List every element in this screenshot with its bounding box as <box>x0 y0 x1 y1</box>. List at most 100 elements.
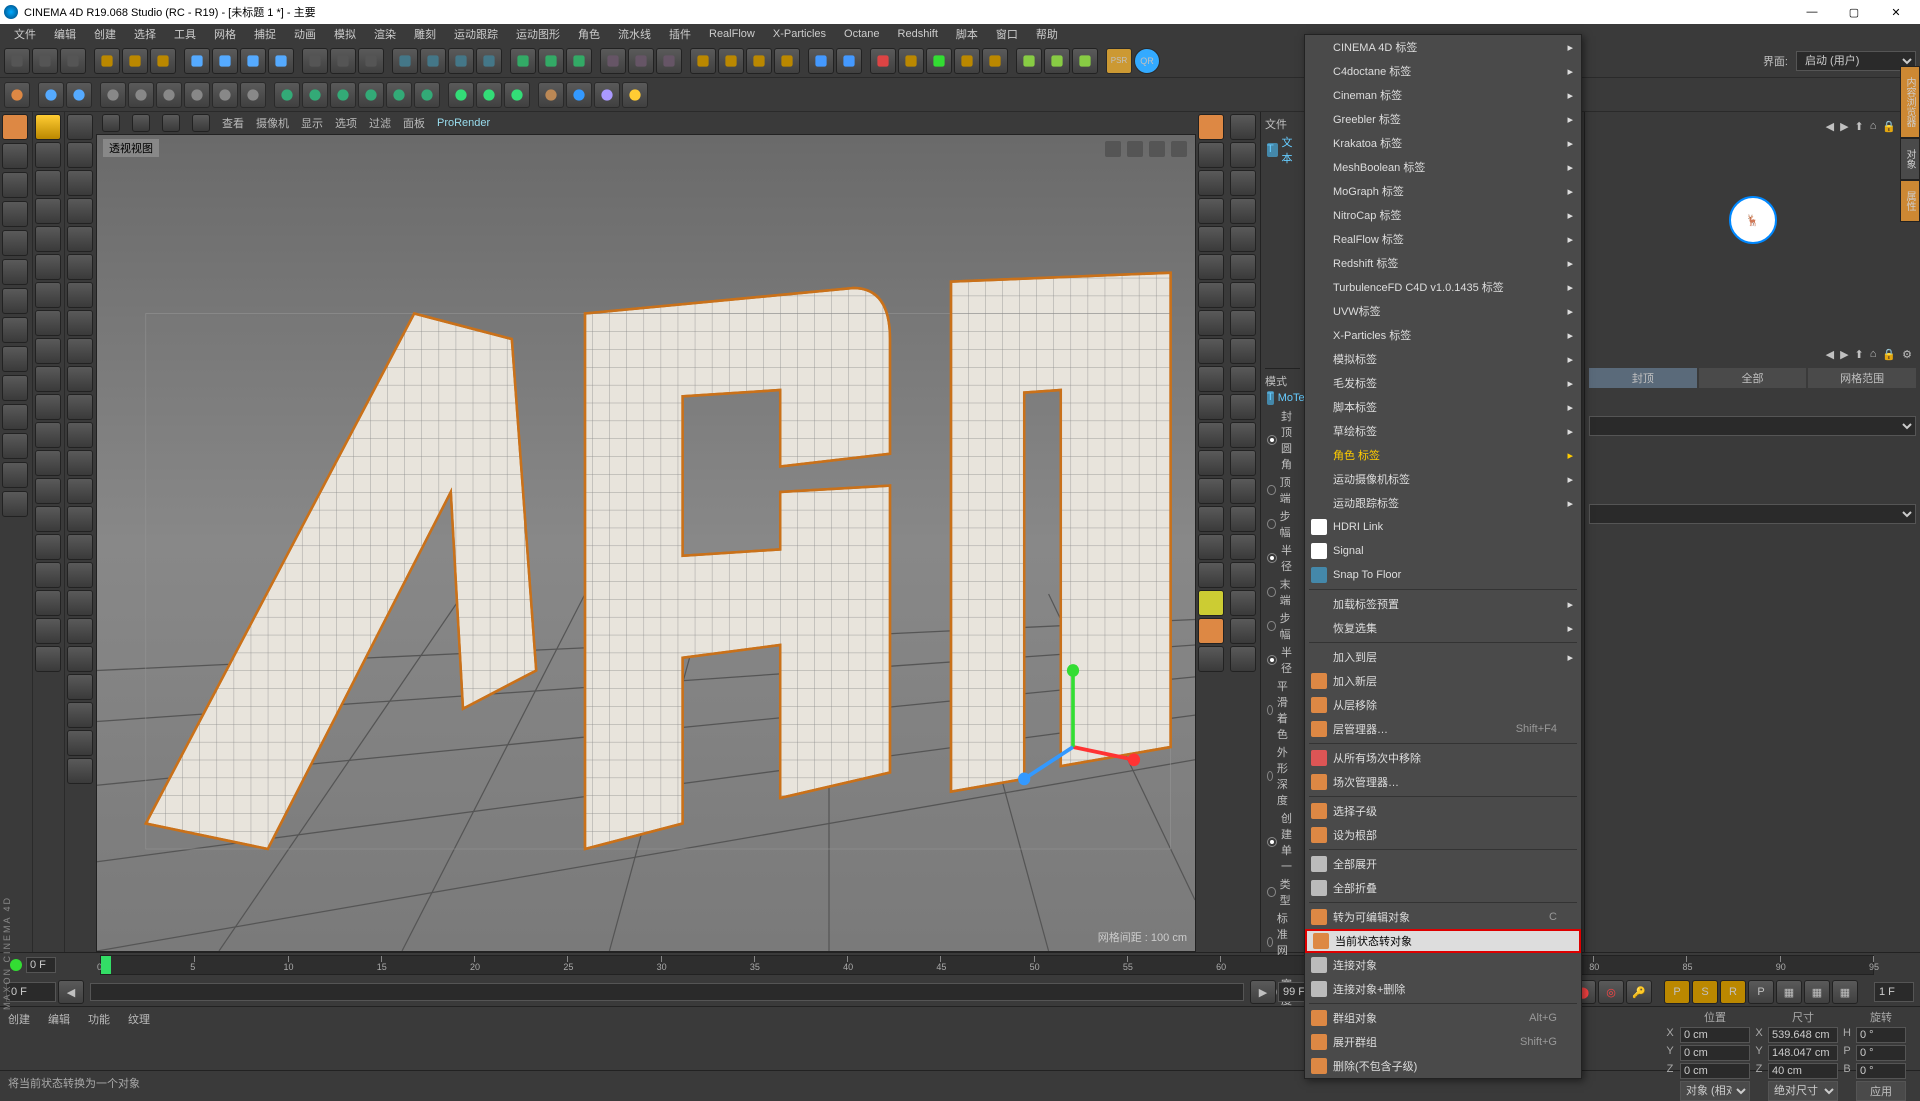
tb1-btn-5[interactable] <box>122 48 148 74</box>
rs1-btn-12[interactable] <box>1198 450 1224 476</box>
rs1-btn-13[interactable] <box>1198 478 1224 504</box>
vp-menu-选项[interactable]: 选项 <box>335 115 357 131</box>
coord-mode-2[interactable]: 绝对尺寸 <box>1768 1081 1838 1101</box>
tb1-btn-39[interactable] <box>898 48 924 74</box>
tb2-btn-23[interactable] <box>538 82 564 108</box>
time-ruler[interactable]: 05101520253035404550556065707580859095 <box>100 955 1874 975</box>
rs1-btn-16[interactable] <box>1198 562 1224 588</box>
coord-mode-1[interactable]: 对象 (相对) <box>1680 1081 1750 1101</box>
tb1-btn-45[interactable] <box>1044 48 1070 74</box>
ctx-item[interactable]: 选择子级 <box>1305 799 1581 823</box>
radio-2[interactable] <box>1267 519 1276 529</box>
tb2-btn-5[interactable] <box>100 82 126 108</box>
btab-纹理[interactable]: 纹理 <box>128 1011 150 1066</box>
radio-11[interactable] <box>1267 937 1273 947</box>
nav-up-icon[interactable]: ⬆ <box>1855 120 1864 133</box>
tb2-btn-9[interactable] <box>212 82 238 108</box>
menu-创建[interactable]: 创建 <box>86 24 124 44</box>
vp-layout-0[interactable] <box>102 114 120 132</box>
ls2-btn-4[interactable] <box>35 226 61 252</box>
ls3-btn-21[interactable] <box>67 702 93 728</box>
ls1-btn-0[interactable] <box>2 114 28 140</box>
opt-s-button[interactable]: S <box>1692 980 1718 1004</box>
ls2-btn-7[interactable] <box>35 310 61 336</box>
vp-menu-ProRender[interactable]: ProRender <box>437 117 490 129</box>
ctx-item[interactable]: 从所有场次中移除 <box>1305 746 1581 770</box>
ls2-btn-15[interactable] <box>35 534 61 560</box>
ls1-btn-3[interactable] <box>2 201 28 227</box>
ctx-item[interactable]: MeshBoolean 标签 <box>1305 155 1581 179</box>
ls3-btn-16[interactable] <box>67 562 93 588</box>
rs2-btn-16[interactable] <box>1230 562 1256 588</box>
nav-back-icon[interactable]: ◀ <box>1826 120 1834 133</box>
maximize-button[interactable]: ▢ <box>1834 2 1874 22</box>
qr-button[interactable]: QR <box>1134 48 1160 74</box>
home-icon[interactable]: ⌂ <box>1870 120 1877 132</box>
rs2-btn-7[interactable] <box>1230 310 1256 336</box>
ctx-item[interactable]: 全部折叠 <box>1305 876 1581 900</box>
menu-文件[interactable]: 文件 <box>6 24 44 44</box>
ctx-item[interactable]: 当前状态转对象 <box>1305 929 1581 953</box>
rs2-btn-3[interactable] <box>1230 198 1256 224</box>
tb2-btn-3[interactable] <box>66 82 92 108</box>
ls1-btn-2[interactable] <box>2 172 28 198</box>
rs2-btn-19[interactable] <box>1230 646 1256 672</box>
pos-Z[interactable] <box>1680 1063 1750 1079</box>
rs1-btn-18[interactable] <box>1198 618 1224 644</box>
ls3-btn-5[interactable] <box>67 254 93 280</box>
tb1-btn-13[interactable] <box>302 48 328 74</box>
rs1-btn-19[interactable] <box>1198 646 1224 672</box>
size-Y[interactable] <box>1768 1045 1838 1061</box>
vp-layout-1[interactable] <box>132 114 150 132</box>
menu-帮助[interactable]: 帮助 <box>1028 24 1066 44</box>
menu-RealFlow[interactable]: RealFlow <box>701 26 763 42</box>
rs2-btn-10[interactable] <box>1230 394 1256 420</box>
ls1-btn-10[interactable] <box>2 404 28 430</box>
rs1-btn-11[interactable] <box>1198 422 1224 448</box>
ctx-item[interactable]: HDRI Link <box>1305 515 1581 539</box>
ctx-item[interactable]: 运动摄像机标签 <box>1305 467 1581 491</box>
menu-动画[interactable]: 动画 <box>286 24 324 44</box>
menu-插件[interactable]: 插件 <box>661 24 699 44</box>
rs1-btn-0[interactable] <box>1198 114 1224 140</box>
menu-模拟[interactable]: 模拟 <box>326 24 364 44</box>
tb2-btn-24[interactable] <box>566 82 592 108</box>
pos-Y[interactable] <box>1680 1045 1750 1061</box>
viewport[interactable]: 透视视图 <box>96 134 1196 952</box>
ls2-btn-14[interactable] <box>35 506 61 532</box>
ls3-btn-3[interactable] <box>67 198 93 224</box>
ls1-btn-11[interactable] <box>2 433 28 459</box>
ls3-btn-0[interactable] <box>67 114 93 140</box>
ls2-btn-19[interactable] <box>35 646 61 672</box>
menu-渲染[interactable]: 渲染 <box>366 24 404 44</box>
ctx-item[interactable]: 设为根部 <box>1305 823 1581 847</box>
rs1-btn-4[interactable] <box>1198 226 1224 252</box>
btab-功能[interactable]: 功能 <box>88 1011 110 1066</box>
tb1-btn-9[interactable] <box>212 48 238 74</box>
ctx-item[interactable]: 恢复选集 <box>1305 616 1581 640</box>
vp-menu-面板[interactable]: 面板 <box>403 115 425 131</box>
rs2-btn-15[interactable] <box>1230 534 1256 560</box>
ls2-btn-9[interactable] <box>35 366 61 392</box>
tb1-btn-28[interactable] <box>656 48 682 74</box>
ls2-btn-2[interactable] <box>35 170 61 196</box>
ls1-btn-12[interactable] <box>2 462 28 488</box>
ls2-btn-1[interactable] <box>35 142 61 168</box>
ls1-btn-6[interactable] <box>2 288 28 314</box>
rs2-btn-14[interactable] <box>1230 506 1256 532</box>
tb1-btn-8[interactable] <box>184 48 210 74</box>
tb2-btn-25[interactable] <box>594 82 620 108</box>
ls3-btn-8[interactable] <box>67 338 93 364</box>
obj-tab-file[interactable]: 文件 <box>1265 116 1287 132</box>
tb2-btn-15[interactable] <box>358 82 384 108</box>
ls3-btn-13[interactable] <box>67 478 93 504</box>
ctx-item[interactable]: 层管理器…Shift+F4 <box>1305 717 1581 741</box>
rs2-btn-8[interactable] <box>1230 338 1256 364</box>
opt-b-button[interactable]: ▦ <box>1804 980 1830 1004</box>
tb1-btn-10[interactable] <box>240 48 266 74</box>
nav-back-icon[interactable]: ◀ <box>1826 348 1834 361</box>
tb2-btn-20[interactable] <box>476 82 502 108</box>
prev-key-button[interactable]: ◀ <box>58 980 84 1004</box>
vp-layout-3[interactable] <box>192 114 210 132</box>
tb2-btn-19[interactable] <box>448 82 474 108</box>
